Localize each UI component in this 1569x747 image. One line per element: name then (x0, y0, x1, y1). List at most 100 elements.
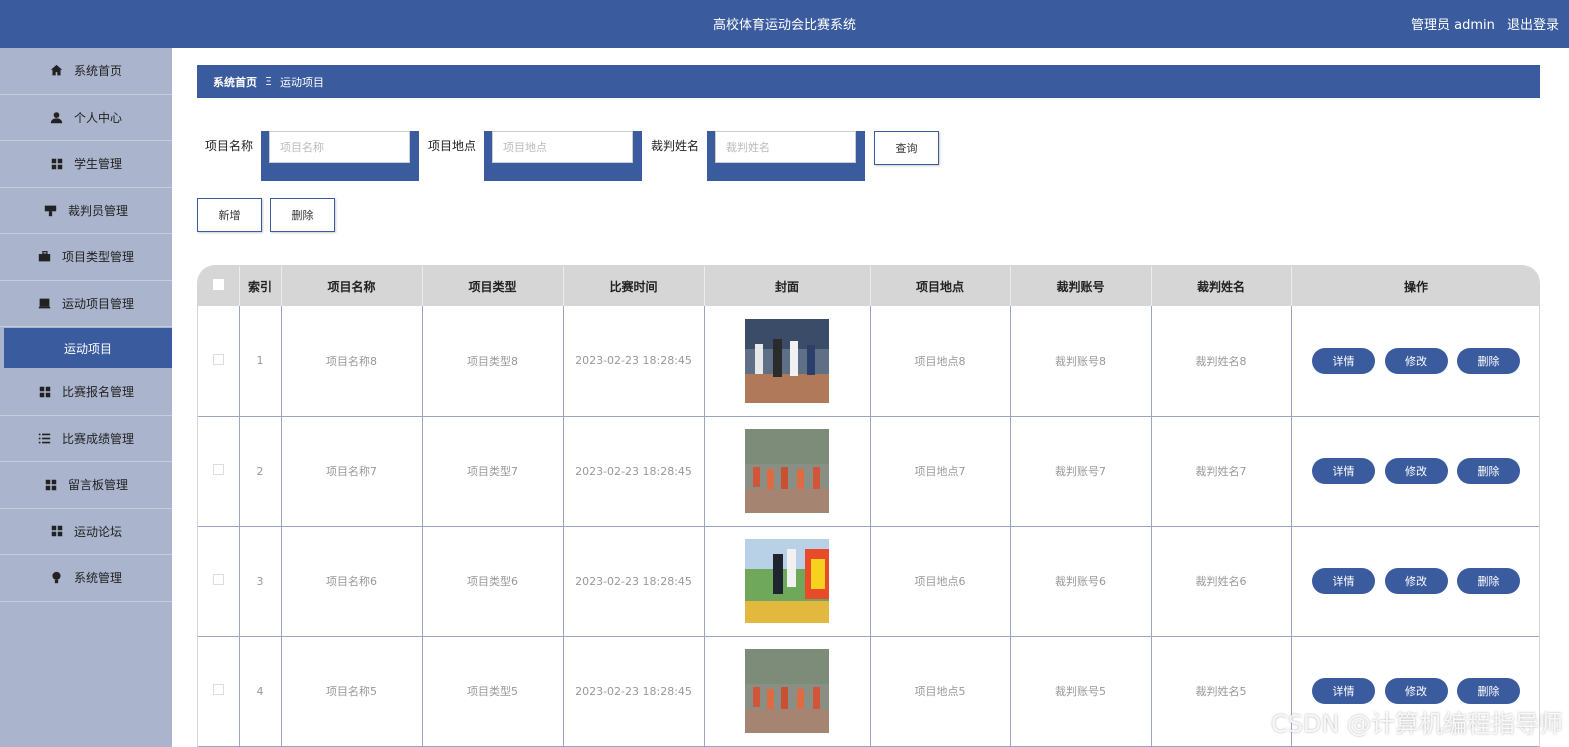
top-bar: 高校体育运动会比赛系统 管理员 admin 退出登录 (0, 0, 1569, 48)
column-header: 项目名称 (281, 266, 423, 306)
project-location-input[interactable] (492, 131, 634, 163)
grid-icon (50, 524, 64, 538)
row-checkbox[interactable] (212, 574, 224, 585)
type-cell: 项目类型5 (422, 636, 564, 747)
search-form: 项目名称 项目地点 裁判姓名 查询 (205, 131, 940, 181)
column-header: 比赛时间 (563, 266, 705, 306)
sidebar-item-sport-projects[interactable]: 运动项目管理 (0, 281, 172, 327)
cover-cell (704, 416, 871, 527)
name-cell: 项目名称8 (281, 306, 423, 417)
sidebar-item-label: 运动项目管理 (61, 296, 134, 311)
breadcrumb-home[interactable]: 系统首页 (213, 74, 257, 90)
detail-button[interactable]: 详情 (1312, 678, 1375, 704)
column-header: 操作 (1291, 266, 1539, 306)
type-cell: 项目类型7 (422, 416, 564, 527)
sidebar-item-students[interactable]: 学生管理 (0, 141, 172, 188)
operation-cell: 详情 修改 删除 (1291, 416, 1539, 527)
table-header-row: 索引 项目名称 项目类型 比赛时间 封面 项目地点 裁判账号 裁判姓名 操作 (198, 266, 1539, 306)
cover-image (745, 429, 829, 513)
list-icon (38, 431, 52, 445)
sidebar-item-judges[interactable]: 裁判员管理 (0, 188, 172, 234)
location-cell: 项目地点6 (870, 526, 1011, 637)
edit-button[interactable]: 修改 (1384, 568, 1448, 594)
column-header: 封面 (704, 266, 871, 306)
sidebar-item-home[interactable]: 系统首页 (0, 48, 172, 95)
cover-image (745, 649, 829, 733)
table-row: 2 项目名称7 项目类型7 2023-02-23 18:28:45 项目地点7 … (198, 416, 1539, 527)
delete-button[interactable]: 删除 (1457, 678, 1520, 704)
operation-cell: 详情 修改 删除 (1291, 526, 1539, 637)
sidebar-item-project-types[interactable]: 项目类型管理 (0, 234, 172, 281)
top-right-user-area: 管理员 admin 退出登录 (1403, 14, 1559, 33)
edit-button[interactable]: 修改 (1384, 347, 1448, 374)
row-select-cell (198, 526, 240, 637)
type-cell: 项目类型8 (422, 306, 564, 417)
sidebar-item-label: 比赛成绩管理 (61, 431, 134, 446)
judge-name-input[interactable] (715, 131, 857, 163)
column-header: 索引 (239, 266, 282, 306)
detail-button[interactable]: 详情 (1312, 458, 1375, 484)
logout-link[interactable]: 退出登录 (1507, 18, 1559, 33)
project-name-label: 项目名称 (205, 139, 254, 153)
table-row: 3 项目名称6 项目类型6 2023-02-23 18:28:45 项目地点6 … (198, 526, 1539, 637)
column-header: 项目地点 (870, 266, 1011, 306)
judge-name-field-wrap (707, 131, 866, 181)
index-cell: 3 (239, 526, 282, 637)
time-cell: 2023-02-23 18:28:45 (563, 526, 705, 637)
judge-account-cell: 裁判账号5 (1010, 636, 1152, 747)
sidebar-subitem-sport-projects[interactable]: 运动项目 (4, 328, 172, 368)
sidebar-item-label: 比赛报名管理 (61, 385, 134, 400)
sidebar-item-scores[interactable]: 比赛成绩管理 (0, 416, 172, 462)
edit-button[interactable]: 修改 (1384, 458, 1448, 484)
select-all-header (198, 266, 240, 306)
edit-button[interactable]: 修改 (1384, 678, 1448, 704)
type-cell: 项目类型6 (422, 526, 564, 637)
query-button[interactable]: 查询 (874, 131, 940, 165)
sidebar-item-system[interactable]: 系统管理 (0, 555, 172, 602)
judge-name-cell: 裁判姓名6 (1151, 526, 1292, 637)
sidebar-item-label: 学生管理 (73, 157, 122, 172)
index-cell: 4 (239, 636, 282, 747)
watermark: CSDN @计算机编程指导师 (1270, 710, 1563, 738)
project-name-input[interactable] (269, 131, 411, 163)
detail-button[interactable]: 详情 (1312, 347, 1375, 374)
row-checkbox[interactable] (212, 684, 224, 695)
time-cell: 2023-02-23 18:28:45 (563, 306, 705, 417)
breadcrumb-current: 运动项目 (279, 75, 324, 89)
batch-delete-button[interactable]: 删除 (270, 198, 335, 232)
sidebar-item-label: 运动论坛 (73, 524, 122, 539)
sidebar-item-forum[interactable]: 运动论坛 (0, 509, 172, 555)
sidebar-item-label: 个人中心 (73, 110, 122, 125)
select-all-checkbox[interactable] (212, 279, 224, 290)
user-label: 管理员 admin (1410, 18, 1495, 33)
delete-button[interactable]: 删除 (1457, 458, 1520, 484)
row-checkbox[interactable] (212, 353, 224, 365)
action-bar: 新增 删除 (197, 198, 335, 232)
sidebar-item-messages[interactable]: 留言板管理 (0, 462, 172, 509)
row-select-cell (198, 636, 240, 747)
cover-cell (704, 306, 871, 417)
detail-button[interactable]: 详情 (1312, 568, 1375, 594)
breadcrumb: 系统首页 Ξ 运动项目 (197, 65, 1540, 98)
grid-icon (50, 157, 64, 171)
table-row: 1 项目名称8 项目类型8 2023-02-23 18:28:45 项目地点8 … (198, 306, 1539, 417)
column-header: 项目类型 (422, 266, 564, 306)
delete-button[interactable]: 删除 (1457, 347, 1520, 374)
add-button[interactable]: 新增 (197, 198, 262, 232)
sidebar-item-registration[interactable]: 比赛报名管理 (0, 369, 172, 416)
bulb-icon (50, 571, 64, 585)
location-cell: 项目地点7 (870, 416, 1011, 527)
user-icon (50, 110, 64, 124)
briefcase-icon (38, 250, 52, 264)
home-icon (50, 64, 64, 78)
column-header: 裁判姓名 (1151, 266, 1292, 306)
cover-image (745, 539, 829, 623)
judge-account-cell: 裁判账号7 (1010, 416, 1152, 527)
data-table: 索引 项目名称 项目类型 比赛时间 封面 项目地点 裁判账号 裁判姓名 操作 1… (197, 265, 1540, 747)
sidebar-item-profile[interactable]: 个人中心 (0, 95, 172, 141)
sidebar-item-label: 系统首页 (73, 64, 122, 79)
column-header: 裁判账号 (1010, 266, 1152, 306)
cover-cell (704, 636, 871, 747)
delete-button[interactable]: 删除 (1457, 568, 1520, 594)
row-checkbox[interactable] (212, 464, 224, 475)
